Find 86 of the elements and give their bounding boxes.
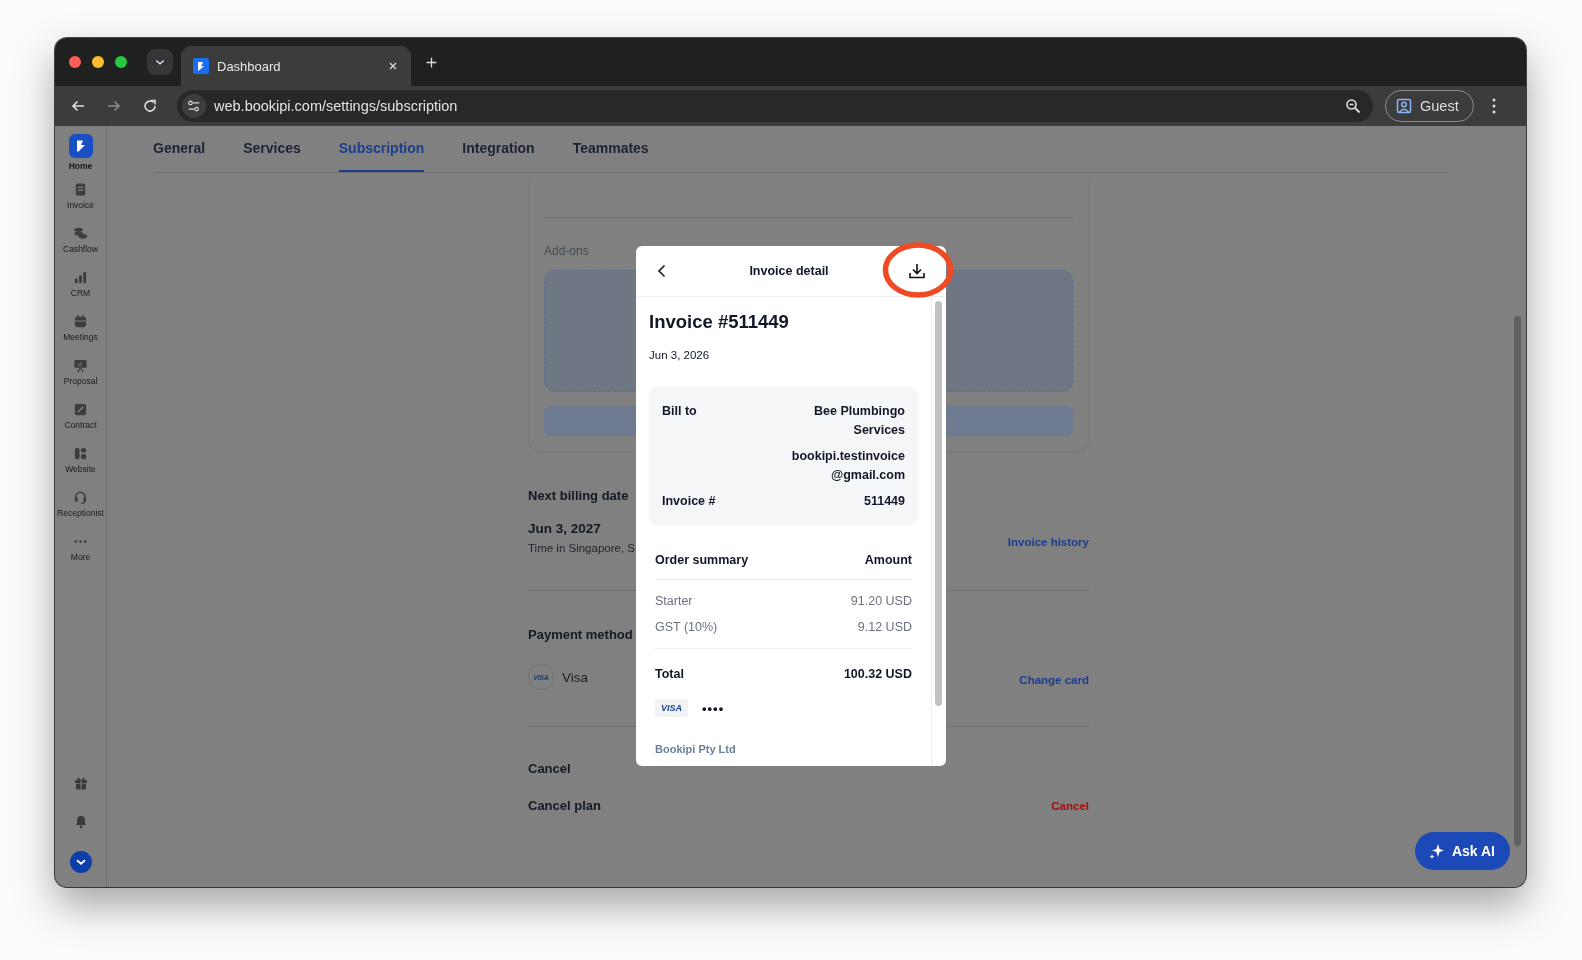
scrollbar-thumb[interactable] bbox=[935, 301, 942, 706]
tab-list-button[interactable] bbox=[147, 49, 173, 75]
settings-tab[interactable]: General bbox=[153, 126, 206, 172]
logo-icon bbox=[68, 133, 93, 158]
timezone-note: Time in Singapore, S bbox=[528, 542, 635, 554]
cancel-plan-label: Cancel plan bbox=[528, 798, 601, 813]
masked-card-number: •••• bbox=[702, 700, 725, 716]
browser-menu-button[interactable] bbox=[1491, 98, 1496, 114]
card-name: Visa bbox=[562, 669, 589, 685]
sidebar-item[interactable]: Contract bbox=[55, 394, 107, 438]
zoom-window-button[interactable] bbox=[115, 56, 127, 68]
download-icon bbox=[908, 262, 926, 280]
card-logo: VISA bbox=[655, 699, 688, 717]
line-item-amount: 91.20 USD bbox=[850, 594, 912, 608]
bar-chart-icon bbox=[73, 270, 88, 285]
back-arrow-icon bbox=[70, 98, 86, 114]
line-item-label: Starter bbox=[655, 594, 693, 608]
sidebar-item[interactable]: Home bbox=[55, 130, 107, 174]
invoice-title: Invoice #511449 bbox=[649, 311, 790, 333]
company-name: Bookipi Pty Ltd bbox=[655, 743, 737, 755]
plus-icon bbox=[425, 55, 438, 69]
favicon-icon bbox=[193, 58, 209, 74]
billing-date: Jun 3, 2027 bbox=[528, 521, 602, 536]
sidebar-item[interactable]: Proposal bbox=[55, 350, 107, 394]
sidebar-item[interactable]: More bbox=[55, 526, 107, 570]
browser-tab[interactable]: Dashboard bbox=[181, 46, 411, 86]
sparkle-icon bbox=[1428, 843, 1445, 859]
invoice-history-link[interactable]: Invoice history bbox=[1007, 536, 1089, 548]
presentation-icon bbox=[73, 358, 88, 373]
sidebar-item[interactable]: Invoice bbox=[55, 174, 107, 218]
invoice-date: Jun 3, 2026 bbox=[649, 349, 711, 361]
back-button[interactable] bbox=[70, 98, 86, 114]
section-label: Add-ons bbox=[544, 244, 590, 258]
calendar-icon bbox=[73, 314, 88, 329]
highlight-ring bbox=[882, 242, 954, 298]
sidebar-item[interactable]: Cashflow bbox=[55, 218, 107, 262]
section-title: Payment method bbox=[528, 627, 633, 642]
close-icon bbox=[387, 60, 399, 72]
kebab-icon bbox=[1491, 98, 1496, 114]
close-window-button[interactable] bbox=[69, 56, 81, 68]
change-card-link[interactable]: Change card bbox=[1019, 674, 1089, 686]
address-bar[interactable]: web.bookipi.com/settings/subscription bbox=[177, 90, 1373, 122]
layout-icon bbox=[73, 446, 88, 461]
scrollbar-thumb[interactable] bbox=[1514, 316, 1521, 846]
download-button[interactable] bbox=[908, 262, 926, 280]
settings-tab[interactable]: Services bbox=[243, 126, 301, 172]
zoom-button[interactable] bbox=[1345, 98, 1361, 114]
dialog-title: Invoice detail bbox=[749, 264, 829, 278]
sidebar-item[interactable]: Meetings bbox=[55, 306, 107, 350]
forward-arrow-icon bbox=[106, 98, 122, 114]
total-label: Total bbox=[655, 667, 684, 681]
pencil-icon bbox=[73, 402, 88, 417]
column-header: Amount bbox=[864, 553, 912, 567]
minimize-window-button[interactable] bbox=[92, 56, 104, 68]
headset-icon bbox=[73, 490, 88, 505]
reload-button[interactable] bbox=[142, 98, 158, 114]
forward-button[interactable] bbox=[106, 98, 122, 114]
site-settings-button[interactable] bbox=[182, 94, 206, 118]
sliders-icon bbox=[187, 99, 201, 113]
detail-value: Bee Plumbingo Services bbox=[814, 403, 905, 439]
detail-label: Bill to bbox=[662, 403, 697, 420]
settings-tab[interactable]: Subscription bbox=[338, 126, 425, 172]
sidebar-item[interactable]: Receptionist bbox=[55, 482, 107, 526]
new-tab-button[interactable] bbox=[425, 55, 438, 69]
detail-value: 511449 bbox=[863, 493, 905, 510]
line-item-label: GST (10%) bbox=[655, 620, 718, 634]
gift-icon bbox=[72, 775, 89, 791]
line-item-amount: 9.12 USD bbox=[857, 620, 912, 634]
document-icon bbox=[73, 182, 88, 197]
column-header: Order summary bbox=[655, 553, 749, 567]
coins-icon bbox=[73, 226, 88, 241]
reload-icon bbox=[142, 98, 158, 114]
ask-ai-button[interactable]: Ask AI bbox=[1414, 832, 1510, 870]
settings-tab[interactable]: Teammates bbox=[572, 126, 649, 172]
detail-value: bookipi.testinvoice @gmail.com bbox=[791, 448, 905, 484]
url-text: web.bookipi.com/settings/subscription bbox=[214, 98, 459, 114]
account-button[interactable] bbox=[69, 851, 92, 873]
settings-tab[interactable]: Integration bbox=[462, 126, 535, 172]
sidebar-item[interactable]: CRM bbox=[55, 262, 107, 306]
detail-label: Invoice # bbox=[662, 493, 716, 510]
sidebar-item[interactable]: Website bbox=[55, 438, 107, 482]
section-title: Next billing date bbox=[528, 488, 630, 503]
person-icon bbox=[1396, 98, 1412, 114]
magnifier-icon bbox=[1345, 98, 1361, 114]
section-title: Cancel bbox=[528, 761, 571, 776]
total-amount: 100.32 USD bbox=[843, 667, 912, 681]
